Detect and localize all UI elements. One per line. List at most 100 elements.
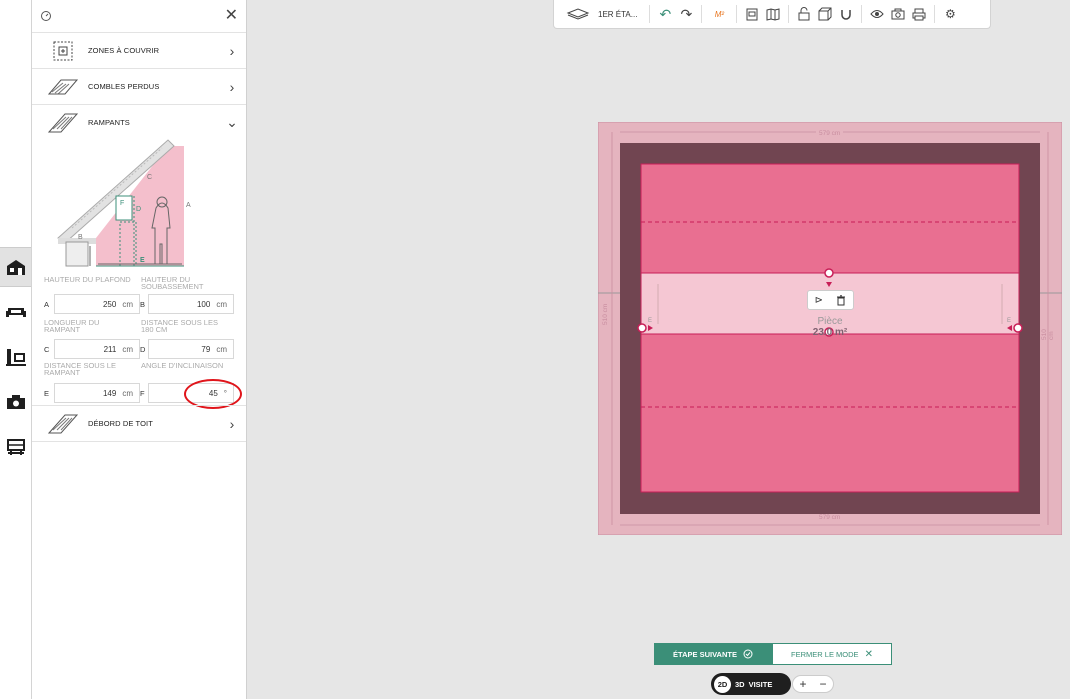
lock-icon <box>798 7 810 21</box>
menu-debord-label: DÉBORD DE TOIT <box>88 419 153 428</box>
marker-right: E <box>1007 318 1012 324</box>
rail-decor-button[interactable] <box>0 337 31 377</box>
floor-label: 1ER ÉTA... <box>598 9 638 19</box>
floor-plan[interactable]: 579 cm 579 cm 510 cm 510 cm E E Pièce 23… <box>597 121 1063 536</box>
label-hauteur-soubassement: HAUTEUR DU SOUBASSEMENT <box>141 275 204 291</box>
lamp-frame-icon <box>5 349 26 366</box>
letter-b: B <box>140 300 146 309</box>
redo-button[interactable]: ↷ <box>677 3 695 25</box>
diagram-letter-a: A <box>186 202 191 209</box>
unit-b: cm <box>216 299 227 309</box>
menu-debord[interactable]: DÉBORD DE TOIT › <box>32 405 246 441</box>
printer-icon <box>912 8 926 20</box>
label-angle: ANGLE D'INCLINAISON <box>141 361 224 370</box>
check-circle-icon <box>743 649 753 659</box>
plan-view-button[interactable] <box>743 3 761 25</box>
room-name: Pièce <box>817 316 843 327</box>
map-button[interactable] <box>764 3 782 25</box>
hauteur-soubassement-input[interactable]: 100 cm <box>148 294 234 314</box>
settings-button[interactable]: ⚙ <box>941 3 959 25</box>
label-longueur-rampant: LONGUEUR DU RAMPANT <box>44 318 100 334</box>
panel-header: ✕ <box>32 0 246 32</box>
diagram-letter-d: D <box>136 206 142 213</box>
element-context-menu: ⊳ <box>807 290 854 310</box>
letter-e: E <box>44 389 50 398</box>
marker-left: E <box>648 318 653 324</box>
visibility-button[interactable] <box>868 3 886 25</box>
label-hauteur-plafond: HAUTEUR DU PLAFOND <box>44 275 131 284</box>
diagram-letter-f: F <box>120 200 125 207</box>
view-3d-button[interactable]: 3D <box>735 680 745 689</box>
speedometer-icon[interactable] <box>40 10 52 22</box>
close-mode-button[interactable]: FERMER LE MODE ✕ <box>772 643 892 665</box>
menu-combles-label: COMBLES PERDUS <box>88 82 160 91</box>
menu-combles[interactable]: COMBLES PERDUS › <box>32 68 246 104</box>
close-icon[interactable]: ✕ <box>225 8 238 24</box>
view-visit-button[interactable]: VISITE <box>749 680 773 689</box>
distance-180-input[interactable]: 79 cm <box>148 339 234 359</box>
left-rail <box>0 0 32 699</box>
longueur-rampant-input[interactable]: 211 cm <box>54 339 140 359</box>
rampants-diagram: C F B A D E <box>52 138 195 270</box>
hauteur-plafond-input[interactable]: 250 cm <box>54 294 140 314</box>
letter-a: A <box>44 300 50 309</box>
value-c: 211 <box>103 344 117 354</box>
redo-icon: ↷ <box>680 5 693 22</box>
cube-icon <box>818 7 832 21</box>
view-2d-button[interactable]: 2D <box>714 675 731 693</box>
next-step-button[interactable]: ÉTAPE SUIVANTE <box>654 643 772 665</box>
document-icon <box>746 8 758 20</box>
menu-zones-label: ZONES À COUVRIR <box>88 46 160 55</box>
magnet-icon <box>841 10 852 20</box>
divider <box>32 441 246 442</box>
rail-cart-button[interactable] <box>0 427 31 467</box>
roof-overhang-icon <box>47 414 79 433</box>
cart-icon <box>6 439 25 455</box>
diagram-letter-c: C <box>147 174 153 181</box>
height-right-label: 510 cm <box>1041 329 1055 340</box>
value-d: 79 <box>201 344 211 354</box>
room-label[interactable]: Pièce 23.0 m² <box>794 316 866 338</box>
rail-house-button[interactable] <box>0 247 31 287</box>
magnet-button[interactable] <box>837 3 855 25</box>
unit-e: cm <box>122 388 133 398</box>
rail-camera-button[interactable] <box>0 382 31 422</box>
gear-icon: ⚙ <box>945 7 956 21</box>
close-icon: ✕ <box>864 648 873 660</box>
undo-button[interactable]: ↶ <box>656 3 674 25</box>
floor-selector[interactable]: 1ER ÉTA... <box>560 3 643 25</box>
label-distance-rampant: DISTANCE SOUS LE RAMPANT <box>44 361 116 377</box>
value-a: 250 <box>102 299 117 309</box>
zoom-controls: + − <box>792 675 834 693</box>
top-toolbar: 1ER ÉTA... ↶ ↷ M² ⚙ <box>553 0 991 29</box>
area-m2-label: M² <box>714 9 725 19</box>
chevron-right-icon: › <box>229 78 235 95</box>
rail-furniture-button[interactable] <box>0 292 31 332</box>
menu-rampants-label: RAMPANTS <box>88 118 130 127</box>
zoom-in-button[interactable]: + <box>799 677 806 691</box>
chevron-down-icon: ⌄ <box>226 114 238 130</box>
zoom-out-button[interactable]: − <box>819 677 826 691</box>
send-icon[interactable]: ⊳ <box>815 295 823 306</box>
area-toggle-button[interactable]: M² <box>708 3 730 25</box>
menu-zones[interactable]: ZONES À COUVRIR › <box>32 32 246 68</box>
eye-icon <box>870 10 885 18</box>
trash-icon[interactable] <box>836 294 846 306</box>
unit-c: cm <box>122 344 133 354</box>
distance-rampant-input[interactable]: 149 cm <box>54 383 140 403</box>
unit-d: cm <box>216 344 227 354</box>
chevron-right-icon: › <box>229 415 235 432</box>
height-left-label: 510 cm <box>602 303 609 325</box>
screenshot-button[interactable] <box>889 3 907 25</box>
lock-button[interactable] <box>795 3 813 25</box>
print-button[interactable] <box>910 3 928 25</box>
menu-rampants[interactable]: RAMPANTS ⌄ <box>32 104 246 140</box>
cube-button[interactable] <box>816 3 834 25</box>
diagram-letter-b: B <box>78 234 83 241</box>
unit-a: cm <box>122 299 133 309</box>
letter-c: C <box>44 345 50 354</box>
value-b: 100 <box>196 299 211 309</box>
map-icon <box>766 7 780 21</box>
undo-icon: ↶ <box>659 5 672 22</box>
room-area: 23.0 m² <box>812 327 848 338</box>
